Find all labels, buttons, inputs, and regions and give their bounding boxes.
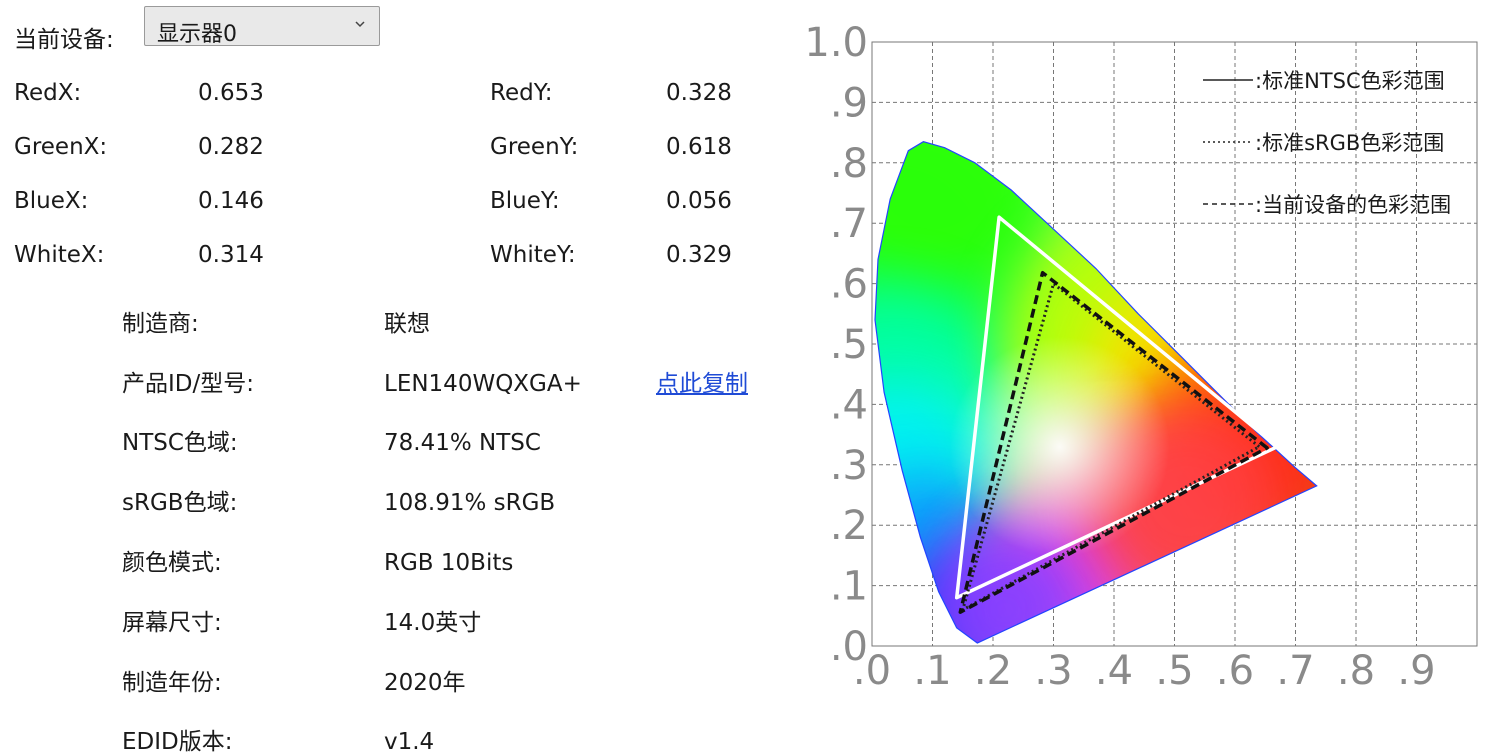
screen-size-value: 14.0英寸 [384, 610, 482, 636]
y-tick-label: .4 [830, 382, 868, 428]
y-tick-label: .6 [830, 262, 868, 308]
green-x-label: GreenX: [14, 134, 108, 160]
y-tick-label: .8 [830, 141, 868, 187]
product-id-label: 产品ID/型号: [122, 371, 254, 397]
x-tick-label: .4 [1095, 648, 1133, 694]
ntsc-gamut-value: 78.41% NTSC [384, 430, 541, 456]
y-tick-label: .7 [830, 201, 868, 247]
y-tick-label: .9 [830, 80, 868, 126]
x-tick-label: .1 [913, 648, 951, 694]
product-id-value: LEN140WQXGA+ [384, 371, 582, 397]
blue-y-label: BlueY: [490, 188, 560, 214]
red-y-label: RedY: [490, 80, 553, 106]
y-tick-label: .3 [830, 443, 868, 489]
green-x-value: 0.282 [198, 134, 264, 160]
red-x-label: RedX: [14, 80, 82, 106]
srgb-gamut-value: 108.91% sRGB [384, 490, 556, 516]
device-select-value: 显示器0 [157, 22, 237, 47]
white-y-value: 0.329 [666, 242, 732, 268]
chart-legend: :标准NTSC色彩范围 :标准sRGB色彩范围 :当前设备的色彩范围 [1203, 69, 1451, 217]
edid-version-value: v1.4 [384, 729, 435, 755]
color-mode-label: 颜色模式: [122, 550, 222, 576]
x-tick-label: .5 [1155, 648, 1193, 694]
x-tick-label: .2 [974, 648, 1012, 694]
red-x-value: 0.653 [198, 80, 264, 106]
green-y-label: GreenY: [490, 134, 579, 160]
white-y-label: WhiteY: [490, 242, 576, 268]
manufacturer-value: 联想 [384, 311, 430, 337]
blue-x-label: BlueX: [14, 188, 89, 214]
y-tick-label: .2 [830, 503, 868, 549]
manufacture-year-value: 2020年 [384, 670, 466, 696]
green-y-value: 0.618 [666, 134, 732, 160]
x-tick-label: .0 [853, 648, 891, 694]
legend-label: :当前设备的色彩范围 [1255, 193, 1451, 217]
y-tick-label: 1.0 [804, 20, 868, 66]
edid-version-label: EDID版本: [122, 729, 233, 755]
red-y-value: 0.328 [666, 80, 732, 106]
white-x-value: 0.314 [198, 242, 264, 268]
chevron-down-icon [355, 21, 365, 28]
copy-link[interactable]: 点此复制 [656, 373, 748, 396]
x-tick-label: .3 [1034, 648, 1072, 694]
screen-size-label: 屏幕尺寸: [122, 610, 222, 636]
ntsc-gamut-label: NTSC色域: [122, 430, 238, 456]
legend-label: :标准sRGB色彩范围 [1255, 131, 1444, 155]
x-tick-label: .9 [1397, 648, 1435, 694]
device-label: 当前设备: [14, 27, 114, 53]
y-tick-label: .1 [830, 564, 868, 610]
cie-chromaticity-chart: .0.1.2.3.4.5.6.7.8.91.0.0.1.2.3.4.5.6.7.… [804, 20, 1478, 694]
white-x-label: WhiteX: [14, 242, 105, 268]
y-tick-label: .5 [830, 322, 868, 368]
device-select[interactable]: 显示器0 [144, 6, 380, 47]
legend-label: :标准NTSC色彩范围 [1255, 69, 1445, 93]
blue-x-value: 0.146 [198, 188, 264, 214]
color-mode-value: RGB 10Bits [384, 550, 514, 576]
x-tick-label: .6 [1216, 648, 1254, 694]
x-tick-label: .7 [1276, 648, 1314, 694]
blue-y-value: 0.056 [666, 188, 732, 214]
x-tick-label: .8 [1337, 648, 1375, 694]
srgb-gamut-label: sRGB色域: [122, 490, 238, 516]
manufacture-year-label: 制造年份: [122, 670, 222, 696]
manufacturer-label: 制造商: [122, 311, 199, 337]
